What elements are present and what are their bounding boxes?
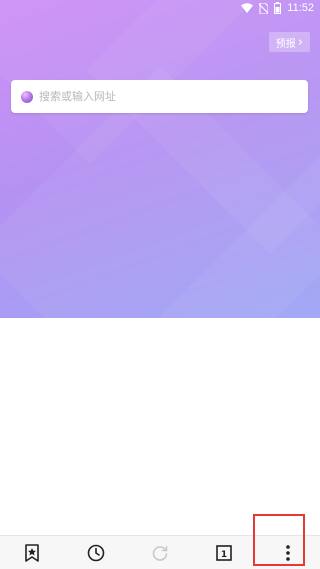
status-time: 11:52 [287, 2, 314, 14]
search-input[interactable] [39, 90, 279, 103]
chevron-right-icon: › [297, 34, 303, 50]
forecast-button[interactable]: 预报 › [268, 32, 310, 52]
refresh-icon [152, 545, 168, 561]
refresh-button[interactable] [140, 538, 180, 568]
browser-logo-icon [21, 90, 33, 103]
bookmark-star-icon [25, 543, 39, 562]
history-button[interactable] [76, 538, 116, 568]
tabs-icon: 1 [216, 544, 232, 561]
highlight-box [253, 514, 305, 566]
no-sim-icon [259, 2, 269, 14]
battery-icon [274, 2, 282, 14]
search-bar[interactable] [11, 80, 308, 113]
tabs-button[interactable]: 1 [204, 538, 244, 568]
history-clock-icon [87, 544, 105, 561]
tab-count: 1 [221, 550, 227, 560]
bookmarks-button[interactable] [12, 538, 52, 568]
forecast-label: 预报 [275, 38, 296, 50]
wifi-icon [241, 3, 254, 13]
status-bar: 11:52 [0, 0, 320, 18]
